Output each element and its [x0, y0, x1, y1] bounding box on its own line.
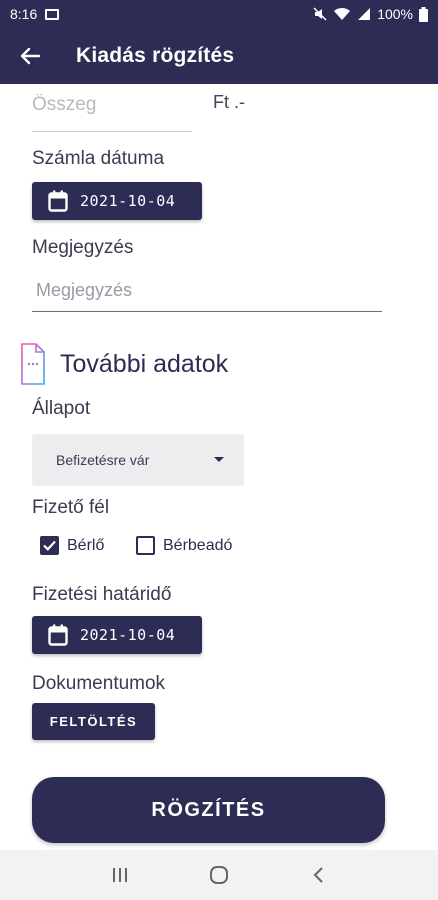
back-arrow-icon [20, 47, 40, 65]
form-content[interactable]: Ft .- Számla dátuma 2021-10-04 Megjegyzé… [0, 84, 438, 850]
page-title: Kiadás rögzítés [76, 44, 235, 67]
status-select[interactable]: Befizetésre vár [32, 434, 244, 486]
document-icon [21, 343, 45, 385]
back-button[interactable] [0, 28, 60, 84]
amount-input[interactable] [32, 90, 182, 116]
signal-icon [358, 8, 371, 20]
note-label: Megjegyzés [32, 237, 134, 258]
status-bar: 8:16 100% [0, 0, 438, 28]
calendar-icon [48, 624, 68, 646]
submit-button[interactable]: RÖGZÍTÉS [32, 777, 385, 843]
documents-label: Dokumentumok [32, 673, 166, 694]
upload-button[interactable]: FELTÖLTÉS [32, 703, 155, 740]
due-date-button[interactable]: 2021-10-04 [32, 616, 202, 654]
currency-suffix: Ft .- [213, 92, 245, 112]
note-field[interactable] [32, 276, 382, 312]
invoice-date-button[interactable]: 2021-10-04 [32, 182, 202, 220]
checkbox-icon[interactable] [40, 536, 59, 555]
invoice-date-value: 2021-10-04 [80, 192, 176, 210]
payer-option-landlord[interactable]: Bérbeadó [136, 536, 232, 555]
status-icons: 100% [313, 6, 428, 22]
additional-data-header: További adatok [20, 342, 228, 386]
checkbox-icon[interactable] [136, 536, 155, 555]
recents-button[interactable] [100, 855, 140, 895]
status-selected-value: Befizetésre vár [56, 452, 150, 468]
wifi-icon [334, 7, 351, 20]
back-nav-icon [313, 867, 324, 883]
mute-icon [313, 7, 327, 21]
invoice-date-label: Számla dátuma [32, 148, 165, 169]
payer-option-label: Bérbeadó [163, 536, 233, 554]
home-icon [209, 866, 228, 884]
status-label: Állapot [32, 398, 91, 419]
back-nav-button[interactable] [298, 855, 338, 895]
home-button[interactable] [199, 855, 239, 895]
battery-level: 100% [377, 6, 413, 22]
payer-option-label: Bérlő [67, 536, 105, 554]
calendar-icon [48, 190, 68, 212]
dropdown-caret-icon [214, 457, 224, 462]
payer-label: Fizető fél [32, 497, 110, 518]
payer-option-tenant[interactable]: Bérlő [40, 536, 104, 555]
due-date-label: Fizetési határidő [32, 584, 172, 605]
status-time: 8:16 [10, 6, 38, 22]
system-nav-bar [0, 850, 438, 900]
app-bar: Kiadás rögzítés [0, 28, 438, 84]
note-input[interactable] [32, 276, 372, 301]
battery-icon [419, 6, 428, 22]
section-title: További adatok [60, 349, 229, 378]
recents-icon [112, 868, 127, 882]
amount-field[interactable] [32, 90, 192, 132]
gallery-notification-icon [45, 8, 60, 20]
due-date-value: 2021-10-04 [80, 626, 176, 644]
